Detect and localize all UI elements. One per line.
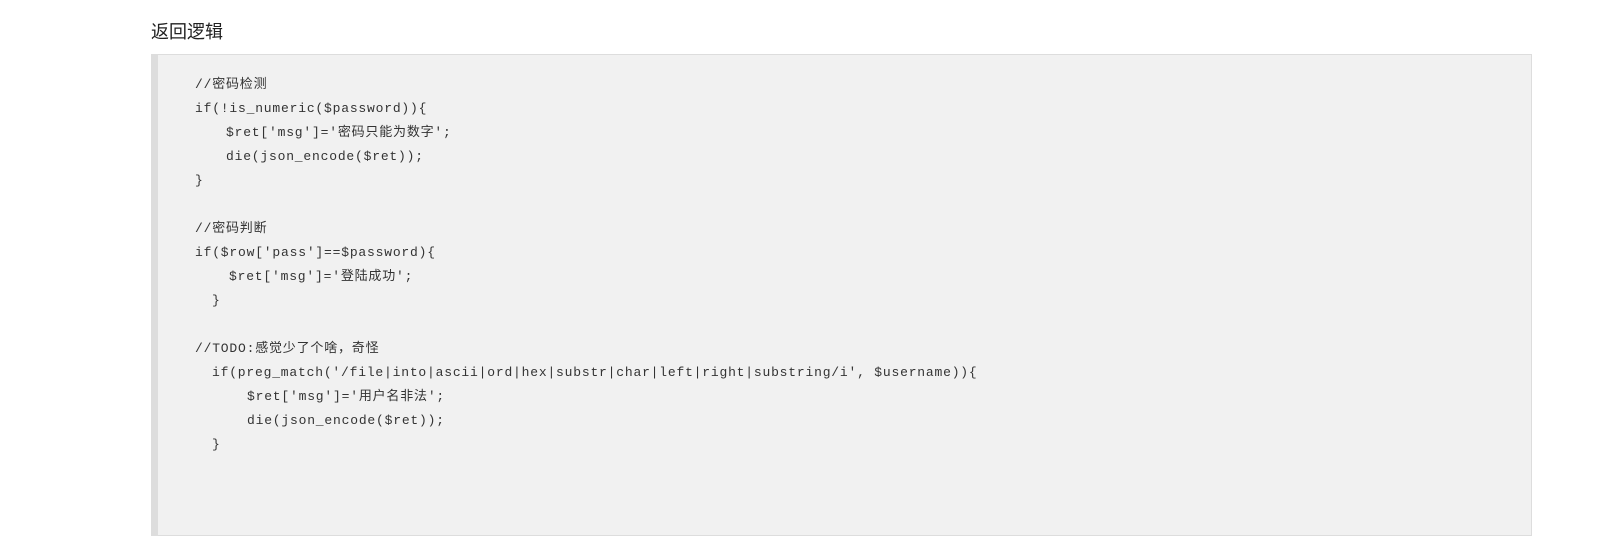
section-title: 返回逻辑 <box>151 22 223 43</box>
code-line: die(json_encode($ret)); <box>226 149 424 164</box>
code-line: //密码检测 <box>195 77 268 92</box>
code-line: } <box>212 293 221 308</box>
code-block: //密码检测 if(!is_numeric($password)){ $ret[… <box>151 54 1532 536</box>
code-line: if($row['pass']==$password){ <box>195 245 436 260</box>
code-line: } <box>195 173 204 188</box>
code-line: die(json_encode($ret)); <box>247 413 445 428</box>
code-line: } <box>212 437 221 452</box>
code-line: //密码判断 <box>195 221 268 236</box>
code-line: $ret['msg']='密码只能为数字'; <box>226 125 452 140</box>
code-line: //TODO:感觉少了个啥，奇怪 <box>195 341 380 356</box>
code-line: if(!is_numeric($password)){ <box>195 101 428 116</box>
code-line: $ret['msg']='登陆成功'; <box>229 269 414 284</box>
code-line: $ret['msg']='用户名非法'; <box>247 389 446 404</box>
code-line: if(preg_match('/file|into|ascii|ord|hex|… <box>212 365 978 380</box>
